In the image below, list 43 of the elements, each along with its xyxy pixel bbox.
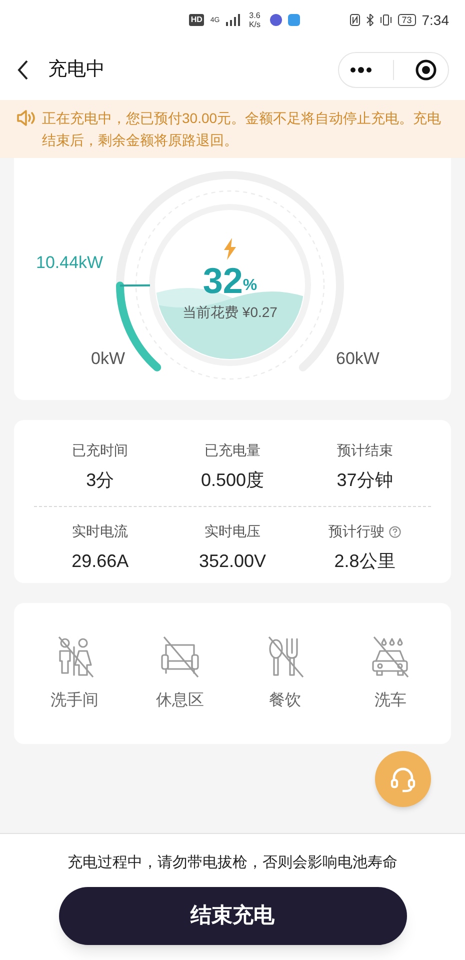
- app-icon: [270, 14, 282, 26]
- stat-label: 预计行驶: [328, 522, 384, 541]
- notice-text: 正在充电中，您已预付30.00元。金额不足将自动停止充电。充电结束后，剩余金额将原路退回。: [42, 109, 442, 150]
- lightning-icon: [223, 238, 237, 260]
- facility-label: 休息区: [156, 690, 204, 710]
- vibrate-icon: [380, 14, 392, 26]
- stat-label: 实时电流: [72, 522, 128, 541]
- stat-value: 352.00V: [198, 550, 266, 573]
- stat-label: 实时电压: [204, 522, 260, 541]
- min-label: 0kW: [91, 348, 125, 370]
- charge-percent: 32: [202, 262, 243, 300]
- more-icon[interactable]: [350, 67, 372, 73]
- page-title: 充电中: [48, 58, 106, 82]
- end-charging-button[interactable]: 结束充电: [58, 886, 406, 944]
- close-target-icon[interactable]: [415, 59, 438, 81]
- signal-icon: [226, 14, 240, 26]
- safety-warning: 充电过程中，请勿带电拔枪，否则会影响电池寿命: [68, 853, 398, 873]
- current-cost: 当前花费 ¥0.27: [182, 303, 278, 322]
- stat-value: 29.66A: [72, 550, 129, 573]
- help-icon[interactable]: [389, 526, 402, 538]
- max-label: 60kW: [336, 348, 380, 370]
- stat-value: 2.8公里: [334, 550, 396, 573]
- clock: 7:34: [422, 10, 449, 30]
- speaker-icon: [16, 110, 36, 126]
- facility-label: 餐饮: [269, 690, 302, 710]
- facility-label: 洗手间: [50, 690, 99, 710]
- stat-value: 3分: [86, 469, 114, 492]
- network-speed: 3.6 K/s: [248, 11, 262, 29]
- hd-indicator: HD: [188, 14, 204, 26]
- headset-icon: [389, 765, 417, 793]
- facility-label: 洗车: [374, 690, 406, 710]
- stat-value: 0.500度: [200, 469, 264, 492]
- stat-label: 已充时间: [72, 441, 128, 460]
- app-icon: [288, 14, 300, 26]
- stat-label: 预计结束: [336, 441, 393, 460]
- power-reading: 10.44kW: [36, 252, 104, 274]
- stat-value: 37分钟: [336, 469, 393, 492]
- battery-indicator: 73: [398, 14, 416, 26]
- stat-label: 已充电量: [204, 441, 260, 460]
- bluetooth-icon: [366, 14, 374, 26]
- percent-unit: %: [242, 276, 258, 296]
- back-icon[interactable]: [16, 59, 30, 81]
- nfc-icon: [350, 14, 360, 26]
